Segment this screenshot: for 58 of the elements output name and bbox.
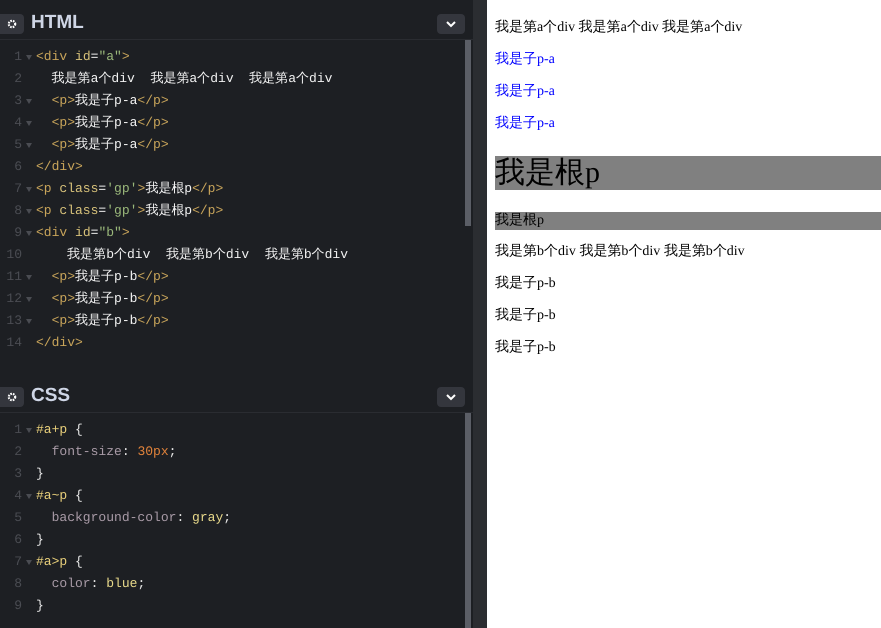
code-line: <p>我是子p-a</p>: [50, 92, 169, 110]
code-line: <p class='gp'>我是根p</p>: [36, 180, 224, 198]
code-line: background-color: gray;: [50, 509, 232, 528]
panel-title: CSS: [31, 384, 70, 408]
preview-text: 我是第b个div 我是第b个div 我是第b个div: [495, 242, 746, 261]
preview-text: 我是子p-b: [495, 274, 557, 293]
fold-arrow-icon[interactable]: [26, 186, 32, 192]
collapse-button[interactable]: [437, 386, 465, 406]
panel-title: HTML: [31, 11, 84, 36]
code-line: #a>p {: [36, 553, 83, 572]
settings-button[interactable]: [0, 14, 24, 34]
preview-text: 我是根p: [495, 212, 881, 230]
fold-arrow-icon[interactable]: [26, 560, 32, 564]
chevron-icon: [445, 20, 457, 28]
preview-text: 我是根p: [495, 156, 881, 190]
fold-arrow-icon[interactable]: [26, 318, 32, 324]
code-line: #a~p {: [36, 487, 83, 506]
fold-arrow-icon[interactable]: [26, 98, 32, 104]
settings-button[interactable]: [0, 386, 24, 406]
fold-arrow-icon[interactable]: [26, 208, 32, 214]
code-line: #a+p {: [36, 421, 83, 440]
fold-arrow-icon[interactable]: [26, 120, 32, 126]
fold-arrow-icon[interactable]: [26, 494, 32, 498]
code-line: <p>我是子p-b</p>: [50, 290, 169, 308]
code-line: <p>我是子p-a</p>: [50, 114, 169, 132]
preview-text: 我是子p-a: [495, 50, 556, 69]
fold-arrow-icon[interactable]: [26, 230, 32, 236]
preview-text: 我是子p-a: [495, 114, 556, 133]
code-line: </div>: [36, 158, 83, 176]
settings-icon: [7, 392, 17, 402]
fold-arrow-icon[interactable]: [26, 296, 32, 302]
code-line: }: [36, 465, 44, 484]
preview-text: 我是子p-b: [495, 306, 557, 325]
code-line: 我是第a个div 我是第a个div 我是第a个div: [50, 70, 332, 88]
fold-arrow-icon[interactable]: [26, 142, 32, 148]
chevron-icon: [445, 392, 457, 400]
fold-arrow-icon[interactable]: [26, 428, 32, 432]
code-line: <div id="b">: [36, 224, 130, 242]
preview-text: 我是第a个div 我是第a个div 我是第a个div: [495, 18, 744, 37]
code-line: <p>我是子p-b</p>: [50, 268, 169, 286]
scrollbar[interactable]: [465, 413, 471, 628]
scrollbar[interactable]: [465, 40, 471, 226]
settings-icon: [7, 18, 17, 28]
collapse-button[interactable]: [437, 14, 465, 34]
preview-text: 我是子p-a: [495, 82, 556, 101]
code-line: <p class='gp'>我是根p</p>: [36, 202, 224, 220]
code-line: font-size: 30px;: [50, 443, 176, 462]
preview-text: 我是子p-b: [495, 338, 557, 357]
fold-arrow-icon[interactable]: [26, 274, 32, 280]
code-line: }: [36, 597, 44, 616]
code-line: 我是第b个div 我是第b个div 我是第b个div: [66, 246, 348, 264]
fold-arrow-icon[interactable]: [26, 54, 32, 60]
code-line: }: [36, 531, 44, 550]
code-line: <p>我是子p-b</p>: [50, 312, 169, 330]
code-line: <div id="a">: [36, 48, 130, 66]
code-line: <p>我是子p-a</p>: [50, 136, 169, 154]
code-line: </div>: [36, 334, 83, 352]
code-line: color: blue;: [50, 575, 146, 594]
